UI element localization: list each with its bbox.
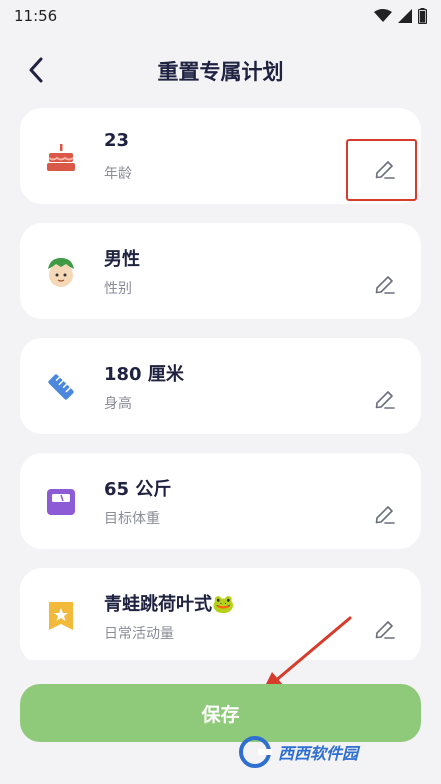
annotation-arrow bbox=[262, 616, 352, 692]
watermark: 西西软件园 bbox=[238, 730, 428, 774]
watermark-text: 西西软件园 bbox=[278, 744, 359, 763]
watermark-logo bbox=[239, 736, 272, 768]
